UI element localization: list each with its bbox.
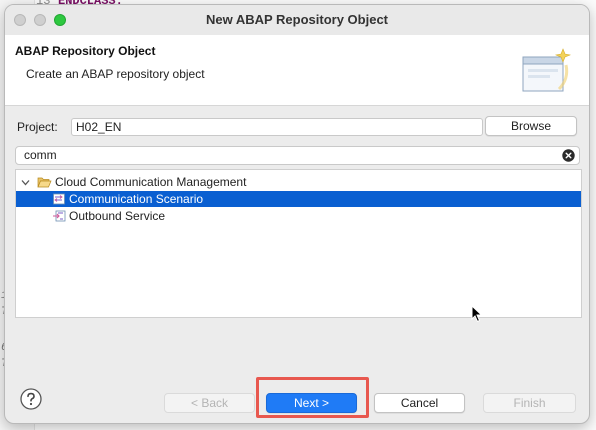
tree-item-label: Cloud Communication Management <box>55 175 247 189</box>
next-button-highlight-box <box>256 377 369 418</box>
chevron-down-icon[interactable] <box>21 178 30 187</box>
dialog-title: New ABAP Repository Object <box>205 12 389 27</box>
wizard-title: ABAP Repository Object <box>15 44 156 58</box>
back-button[interactable]: < Back <box>164 393 255 413</box>
outbound-service-icon <box>53 210 66 222</box>
filter-input[interactable]: comm <box>15 146 580 165</box>
wizard-header: ABAP Repository Object Create an ABAP re… <box>5 35 589 106</box>
finish-button[interactable]: Finish <box>483 393 576 413</box>
filter-text: comm <box>24 148 57 162</box>
new-window-wizard-icon <box>522 48 571 92</box>
tree-item-communication-scenario[interactable]: Communication Scenario <box>16 191 581 207</box>
browse-button[interactable]: Browse <box>485 116 577 136</box>
cancel-button[interactable]: Cancel <box>374 393 465 413</box>
help-icon[interactable] <box>20 388 42 410</box>
new-object-dialog: New ABAP Repository Object ABAP Reposito… <box>4 4 590 424</box>
dialog-titlebar: New ABAP Repository Object <box>5 5 589 35</box>
folder-open-icon <box>37 177 52 188</box>
tree-item-label: Outbound Service <box>69 209 166 223</box>
object-type-tree[interactable]: Cloud Communication Management Communica… <box>15 169 582 318</box>
mouse-pointer-icon <box>471 305 483 323</box>
project-label: Project: <box>17 120 58 134</box>
clear-filter-icon[interactable] <box>562 149 575 162</box>
communication-scenario-icon <box>53 193 65 205</box>
tree-item-cloud-communication-management[interactable]: Cloud Communication Management <box>16 174 581 190</box>
project-input[interactable]: H02_EN <box>71 118 483 136</box>
tree-item-outbound-service[interactable]: Outbound Service <box>16 208 581 224</box>
tree-item-label: Communication Scenario <box>69 192 204 206</box>
wizard-subtitle: Create an ABAP repository object <box>26 67 205 81</box>
